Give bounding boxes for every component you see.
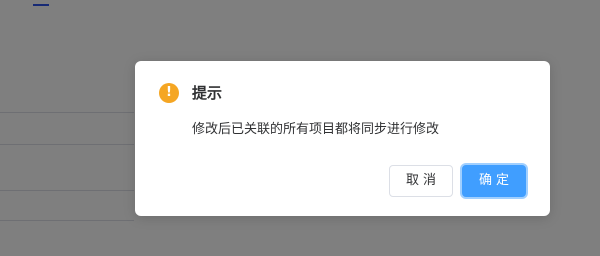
confirm-dialog: ! 提示 修改后已关联的所有项目都将同步进行修改 取消 确定	[135, 61, 550, 216]
exclamation-icon: !	[159, 83, 179, 103]
confirm-button[interactable]: 确定	[462, 165, 526, 197]
page-background: ! 提示 修改后已关联的所有项目都将同步进行修改 取消 确定	[0, 0, 600, 256]
dialog-title: 提示	[192, 84, 223, 102]
cancel-button[interactable]: 取消	[389, 165, 453, 197]
dialog-message: 修改后已关联的所有项目都将同步进行修改	[192, 122, 440, 137]
